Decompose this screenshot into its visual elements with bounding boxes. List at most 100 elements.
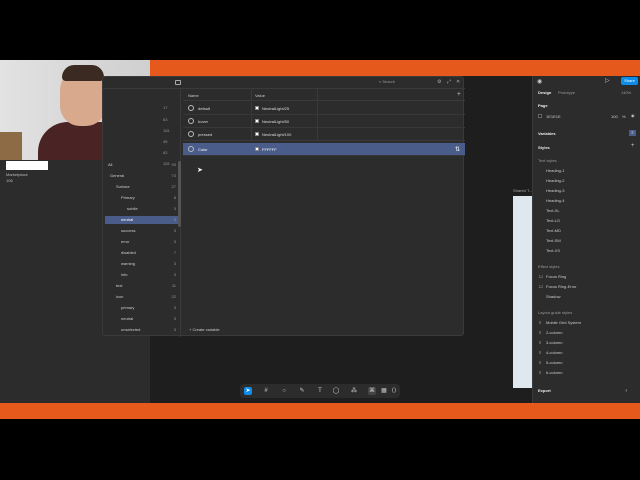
group-item[interactable]: disabled 7 [121, 249, 178, 257]
comment-tool-icon[interactable]: ◯ [332, 387, 340, 395]
grid-styles-heading: Layout guide styles [538, 310, 573, 315]
style-item[interactable]: Heading-2 [546, 178, 564, 183]
multiplayer-avatar-icon[interactable]: ◉ [537, 78, 542, 85]
grid-view-icon[interactable]: ▦ [380, 387, 388, 395]
move-tool-icon[interactable]: ➤ [244, 387, 252, 395]
group-item[interactable]: subtle 3 [127, 205, 178, 213]
style-item[interactable]: Text-SM [546, 238, 561, 243]
close-icon[interactable]: ✕ [456, 79, 460, 85]
group-item[interactable]: Primary 8 [121, 194, 178, 202]
column-divider [251, 102, 252, 114]
page-color-value[interactable]: 1E1E1E [546, 114, 561, 119]
code-view-icon[interactable]: ⟨⟩ [390, 387, 398, 395]
variable-row[interactable]: hover NeutralLight/50 [183, 115, 465, 128]
style-item[interactable]: Heading-4 [546, 198, 564, 203]
column-divider [317, 89, 318, 100]
add-style-icon[interactable]: + [631, 143, 635, 149]
style-item[interactable]: 4-column [546, 350, 562, 355]
style-item[interactable]: Shadow [546, 294, 560, 299]
components-tool-icon[interactable]: ⁂ [350, 387, 358, 395]
variable-value[interactable]: NeutralLight/50 [262, 119, 289, 124]
page-opacity-value[interactable]: 100 [611, 114, 618, 119]
tab-design[interactable]: Design [538, 90, 551, 95]
variable-row[interactable]: pressed NeutralLight/100 [183, 128, 465, 141]
page-color-swatch[interactable] [538, 114, 542, 118]
group-item[interactable]: All 93 [108, 161, 178, 169]
group-item[interactable]: text 11 [116, 282, 178, 290]
frame-tool-icon[interactable]: # [262, 387, 270, 395]
variable-row[interactable]: default NeutralLight/25 [183, 102, 465, 115]
expand-icon[interactable]: ⤢ [447, 79, 451, 85]
share-button[interactable]: Share [621, 77, 638, 85]
collection-count: 62 [163, 150, 168, 155]
visibility-icon[interactable]: ◉ [631, 113, 635, 118]
settings-icon[interactable]: ⚙ [437, 79, 441, 85]
style-item[interactable]: Text-XS [546, 248, 560, 253]
collection-count: 115 [163, 128, 170, 133]
present-icon[interactable]: ▷ [605, 77, 610, 84]
variable-value[interactable]: FFFFFF [262, 147, 277, 152]
webcam-person-hair [62, 65, 104, 81]
file-label[interactable]: Marketplace [6, 172, 28, 177]
group-item[interactable]: icon 22 [116, 293, 178, 301]
style-item[interactable]: 2-column [546, 330, 562, 335]
collection-count: 17 [163, 105, 168, 110]
color-swatch [255, 132, 259, 136]
column-divider [251, 128, 252, 140]
group-item[interactable]: General 73 [110, 172, 178, 180]
style-item[interactable]: 5-column [546, 360, 562, 365]
style-item[interactable]: Text-MD [546, 228, 561, 233]
tab-prototype[interactable]: Prototype [558, 90, 575, 95]
style-item[interactable]: Heading-3 [546, 188, 564, 193]
frame-label: Shared T... [513, 188, 533, 193]
style-item[interactable]: Mobile Grid System [546, 320, 581, 325]
group-item[interactable]: neutral 3 [121, 315, 178, 323]
group-item[interactable]: primary 3 [121, 304, 178, 312]
group-item[interactable]: success 3 [121, 227, 178, 235]
variable-value[interactable]: NeutralLight/25 [262, 106, 289, 111]
variables-heading[interactable]: Variables [538, 131, 556, 136]
group-item[interactable]: info 3 [121, 271, 178, 279]
text-tool-icon[interactable]: T [316, 387, 324, 395]
group-scrollbar[interactable] [178, 161, 181, 227]
style-item[interactable]: Focus Ring [546, 274, 566, 279]
shape-tool-icon[interactable]: ○ [280, 387, 288, 395]
frame-preview[interactable] [513, 196, 532, 388]
variable-name[interactable]: hover [198, 119, 208, 124]
variable-row-selected[interactable]: Color FFFFFF ⇅ [183, 143, 465, 156]
edit-variable-icon[interactable]: ⇅ [455, 146, 460, 153]
style-item[interactable]: Text-LG [546, 218, 560, 223]
group-item[interactable]: error 3 [121, 238, 178, 246]
pen-tool-icon[interactable]: ✎ [298, 387, 306, 395]
style-item[interactable]: Heading-1 [546, 168, 564, 173]
group-item[interactable]: warning 3 [121, 260, 178, 268]
variables-settings-icon[interactable]: ≡ [629, 130, 636, 136]
column-value-header: Value [255, 93, 265, 98]
variable-name[interactable]: Color [198, 147, 208, 152]
style-item[interactable]: 6-column [546, 370, 562, 375]
local-variables-modal: ⌕ Search ⚙ ⤢ ✕ 17 63 115 45 62 115 All 93… [102, 76, 465, 337]
group-item-selected[interactable]: neutral 3 [105, 216, 178, 224]
add-mode-icon[interactable]: + [457, 91, 461, 98]
color-variable-icon [188, 131, 194, 137]
create-variable-button[interactable]: + Create variable [189, 327, 220, 332]
style-item[interactable]: 3-column [546, 340, 562, 345]
sidebar-toggle-icon[interactable] [175, 80, 181, 85]
variable-value[interactable]: NeutralLight/100 [262, 132, 291, 137]
search-input[interactable]: ⌕ Search [379, 79, 435, 86]
dev-mode-icon[interactable]: ⌘ [368, 387, 376, 395]
text-styles-heading: Text styles [538, 158, 557, 163]
variable-name[interactable]: pressed [198, 132, 212, 137]
group-item[interactable]: unselected 3 [121, 326, 178, 334]
help-button[interactable]: ? [625, 388, 627, 393]
webcam-shelf [0, 132, 22, 160]
variables-table-header: Name Value + [183, 89, 465, 101]
style-item[interactable]: Text-XL [546, 208, 560, 213]
style-item[interactable]: Focus Ring-Error [546, 284, 576, 289]
zoom-level[interactable]: 140% [621, 90, 631, 95]
mouse-cursor-icon: ➤ [197, 167, 203, 174]
export-heading[interactable]: Export [538, 388, 551, 393]
group-item[interactable]: Surface 27 [116, 183, 178, 191]
color-swatch [255, 147, 259, 151]
variable-name[interactable]: default [198, 106, 210, 111]
